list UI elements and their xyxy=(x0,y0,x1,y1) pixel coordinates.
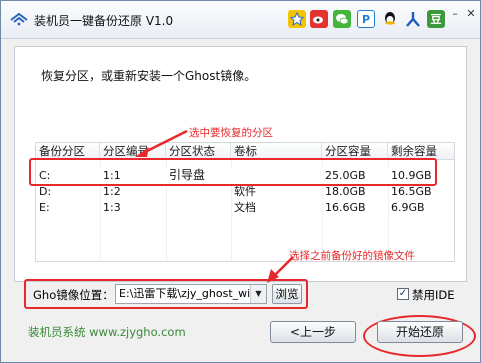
minimize-button[interactable]: – xyxy=(447,7,463,21)
window-title: 装机员一键备份还原 V1.0 xyxy=(34,14,174,28)
app-logo-icon xyxy=(10,12,28,26)
gho-location-label: Gho镜像位置： xyxy=(33,288,114,302)
wechat-icon[interactable] xyxy=(333,10,351,28)
cell-number: 1:2 xyxy=(103,185,121,198)
annotation-arrow-icon xyxy=(135,129,188,157)
close-button[interactable]: ✕ xyxy=(463,7,479,21)
annotation-select-image: 选择之前备份好的镜像文件 xyxy=(289,250,415,262)
footer-site-text: 装机员系统 www.zjygho.com xyxy=(28,325,186,339)
partition-row-e[interactable]: E: 1:3 文档 16.6GB 6.9GB xyxy=(36,200,454,215)
intro-text: 恢复分区，或重新安装一个Ghost镜像。 xyxy=(41,69,257,83)
gho-path-dropdown[interactable]: E:\迅雷下载\zjy_ghost_wi ▼ xyxy=(115,284,267,304)
cell-status xyxy=(166,184,169,199)
svg-text:P: P xyxy=(362,13,370,26)
cell-number: 1:3 xyxy=(103,201,121,214)
chevron-down-icon[interactable]: ▼ xyxy=(250,285,266,303)
annotation-select-partition: 选中要恢复的分区 xyxy=(189,127,273,139)
partition-row-d[interactable]: D: 1:2 软件 18.0GB 16.5GB xyxy=(36,184,454,199)
cell-size: 18.0GB xyxy=(325,185,366,198)
title-bar: 装机员一键备份还原 V1.0 P 豆 – ✕ xyxy=(1,1,480,39)
weibo-icon[interactable] xyxy=(310,10,328,28)
disable-ide-label: 禁用IDE xyxy=(412,288,455,302)
annotation-partition-highlight xyxy=(29,158,437,186)
cell-free: 16.5GB xyxy=(391,185,432,198)
cell-free: 6.9GB xyxy=(391,201,425,214)
douban-icon[interactable]: 豆 xyxy=(427,10,445,28)
qq-icon[interactable] xyxy=(381,10,399,28)
renren-icon[interactable] xyxy=(404,10,422,28)
paipai-icon[interactable]: P xyxy=(357,10,375,28)
start-restore-button[interactable]: 开始还原 xyxy=(377,321,463,343)
browse-button[interactable]: 浏览 xyxy=(272,284,302,304)
cell-label: 文档 xyxy=(234,201,256,214)
disable-ide-checkbox[interactable]: ✓ xyxy=(397,288,409,300)
cell-drive: D: xyxy=(39,185,52,198)
cell-status xyxy=(166,200,169,215)
cell-size: 16.6GB xyxy=(325,201,366,214)
cell-drive: E: xyxy=(39,201,50,214)
qzone-icon[interactable] xyxy=(288,10,306,28)
gho-path-value: E:\迅雷下载\zjy_ghost_wi xyxy=(119,287,251,300)
previous-button[interactable]: <上一步 xyxy=(270,321,356,343)
app-window: 装机员一键备份还原 V1.0 P 豆 – ✕ 恢复分区，或重新安装一个Ghost… xyxy=(0,0,481,363)
cell-label: 软件 xyxy=(234,185,256,198)
